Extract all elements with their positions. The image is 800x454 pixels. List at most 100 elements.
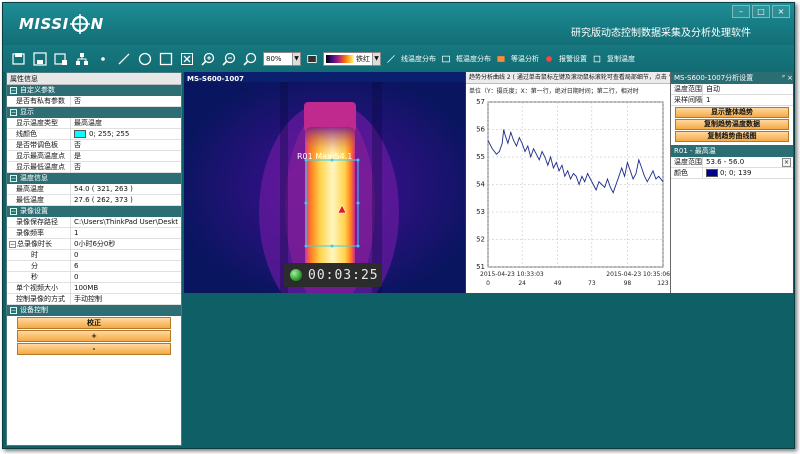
section-custom-params[interactable]: − 自定义参数 [7, 85, 181, 96]
property-row[interactable]: 时0 [7, 250, 181, 261]
settings-row[interactable]: 采样间隔 1 [671, 95, 793, 106]
maximize-button[interactable]: □ [752, 5, 770, 18]
roi-row[interactable]: 温度范围 53.6 - 56.0 × [671, 157, 793, 168]
property-key: 最高温度 [7, 184, 71, 194]
property-row[interactable]: 显示温度类型 最高温度 [7, 118, 181, 129]
property-value: 100MB [74, 283, 99, 292]
alarm-settings-button[interactable]: 报警设置 [559, 54, 587, 64]
property-row[interactable]: 显示最低温度点否 [7, 162, 181, 173]
collapse-icon[interactable]: − [10, 109, 17, 116]
property-value: 是 [74, 151, 81, 160]
roi-label: R01 Max:54.1 [297, 152, 353, 161]
property-value: 最高温度 [74, 118, 102, 127]
y-tick-label: 57 [476, 98, 485, 106]
save-image-icon[interactable] [53, 51, 69, 67]
property-row[interactable]: − 总录像时长 0小时6分0秒 [7, 239, 181, 250]
property-row[interactable]: 显示最高温度点是 [7, 151, 181, 162]
copy-trend-chart-button[interactable]: 复制趋势曲线图 [675, 131, 789, 142]
pin-close-icon[interactable]: ᴾ × [782, 72, 793, 84]
thermal-view[interactable]: MS-S600-1007 R01 Max:54.1 00:03:25 [184, 72, 465, 293]
toolbar: 80% ▼ 铁红 ▼ 线温度分布 框温度分布 等温分析 报警设置 复制温度 [3, 45, 794, 72]
palette-label: 铁红 [356, 54, 370, 63]
property-row[interactable]: 分6 [7, 261, 181, 272]
property-panel: 属性信息 − 自定义参数 是否有私有参数否 − 显示 显示温度类型 最高温度 线颜色 0… [6, 72, 182, 446]
palette-icon[interactable] [306, 51, 318, 67]
property-row[interactable]: 是否带调色板否 [7, 140, 181, 151]
chevron-down-icon: ▼ [292, 52, 300, 65]
focus-plus-button[interactable]: + [17, 330, 171, 342]
section-title: 显示 [20, 108, 34, 116]
open-file-icon[interactable] [11, 51, 27, 67]
property-row: 最高温度 54.0 ( 321, 263 ) [7, 184, 181, 195]
zoom-select[interactable]: 80% ▼ [263, 51, 301, 66]
circle-tool-icon[interactable] [137, 51, 153, 67]
rectangle-tool-icon[interactable] [158, 51, 174, 67]
settings-row[interactable]: 温度范围 自动 [671, 84, 793, 95]
box-temp-button[interactable]: 框温度分布 [456, 54, 491, 64]
property-row[interactable]: 秒0 [7, 272, 181, 283]
save-file-icon[interactable] [32, 51, 48, 67]
panel-header: 属性信息 [7, 73, 181, 85]
collapse-icon[interactable]: − [10, 208, 17, 215]
trend-chart-pane[interactable]: 趋势分析曲线 2 ( 通过单击鼠标左键及滚动鼠标滚轮可查看局部细节，点击 "显示… [465, 72, 670, 293]
network-icon[interactable] [74, 51, 90, 67]
section-recording[interactable]: − 录像设置 [7, 206, 181, 217]
settings-key: 采样间隔 [671, 95, 703, 105]
delete-icon[interactable] [179, 51, 195, 67]
property-key: 显示最低温度点 [7, 162, 71, 172]
palette-select[interactable]: 铁红 ▼ [323, 51, 381, 66]
section-device-control[interactable]: − 设备控制 [7, 305, 181, 316]
section-title: 自定义参数 [20, 86, 55, 94]
y-tick-label: 53 [476, 208, 485, 216]
isotherm-button[interactable]: 等温分析 [511, 54, 539, 64]
copy-temperature-button[interactable]: 复制温度 [607, 54, 635, 64]
trend-chart[interactable]: 51 52 53 54 55 56 57 0 24 49 73 98 123 2015-04-23 10:… [466, 96, 671, 293]
property-key: 录像保存路径 [7, 217, 71, 227]
logo-text-end: N [90, 15, 104, 33]
copy-icon [592, 51, 602, 67]
settings-header: MS-S600-1007分析设置 ᴾ × [671, 72, 793, 84]
property-row[interactable]: 录像频率 1 [7, 228, 181, 239]
property-key: 控制录像的方式 [7, 294, 71, 304]
minimize-button[interactable]: – [732, 5, 750, 18]
line-tool-icon[interactable] [116, 51, 132, 67]
focus-minus-button[interactable]: - [17, 343, 171, 355]
property-row[interactable]: 录像保存路径 C:\Users\ThinkPad User\Deskt [7, 217, 181, 228]
recording-indicator-icon [290, 269, 302, 281]
point-tool-icon[interactable] [95, 51, 111, 67]
property-value: 手动控制 [74, 294, 102, 303]
line-temp-button[interactable]: 线温度分布 [401, 54, 436, 64]
property-key: 是否带调色板 [7, 140, 71, 150]
property-row[interactable]: 线颜色 0; 255; 255 [7, 129, 181, 140]
zoom-out-icon[interactable] [221, 51, 237, 67]
analysis-settings-panel: MS-S600-1007分析设置 ᴾ × 温度范围 自动 采样间隔 1 显示整体趋势 … [670, 72, 793, 293]
roi-header: R01 - 最高温 [671, 145, 793, 157]
logo-text: MISSI [19, 15, 69, 33]
roi-color-swatch[interactable] [706, 169, 718, 177]
section-display[interactable]: − 显示 [7, 107, 181, 118]
section-title: 录像设置 [20, 207, 48, 215]
property-key: 时 [7, 250, 71, 260]
show-overall-trend-button[interactable]: 显示整体趋势 [675, 107, 789, 118]
collapse-icon[interactable]: − [10, 87, 17, 94]
copy-trend-data-button[interactable]: 复制趋势温度数据 [675, 119, 789, 130]
collapse-icon[interactable]: − [10, 175, 17, 182]
app-logo: MISSI N [19, 13, 104, 35]
settings-value: 自动 [706, 84, 720, 93]
roi-row[interactable]: 颜色 0; 0; 139 [671, 168, 793, 179]
property-row[interactable]: 是否有私有参数否 [7, 96, 181, 107]
property-row[interactable]: 控制录像的方式 手动控制 [7, 294, 181, 305]
expand-icon[interactable]: − [9, 241, 16, 248]
section-temperature[interactable]: − 温度信息 [7, 173, 181, 184]
x-start-time-label: 2015-04-23 10:33:03 [480, 271, 544, 278]
zoom-fit-icon[interactable] [242, 51, 258, 67]
calibrate-button[interactable]: 校正 [17, 317, 171, 329]
close-button[interactable]: × [772, 5, 790, 18]
clear-icon[interactable]: × [782, 157, 791, 167]
window-controls: – □ × [732, 5, 790, 18]
line-color-swatch[interactable] [74, 130, 86, 138]
collapse-icon[interactable]: − [10, 307, 17, 314]
zoom-in-icon[interactable] [200, 51, 216, 67]
property-row[interactable]: 单个视频大小 100MB [7, 283, 181, 294]
roi-value: 0; 0; 139 [703, 168, 793, 178]
